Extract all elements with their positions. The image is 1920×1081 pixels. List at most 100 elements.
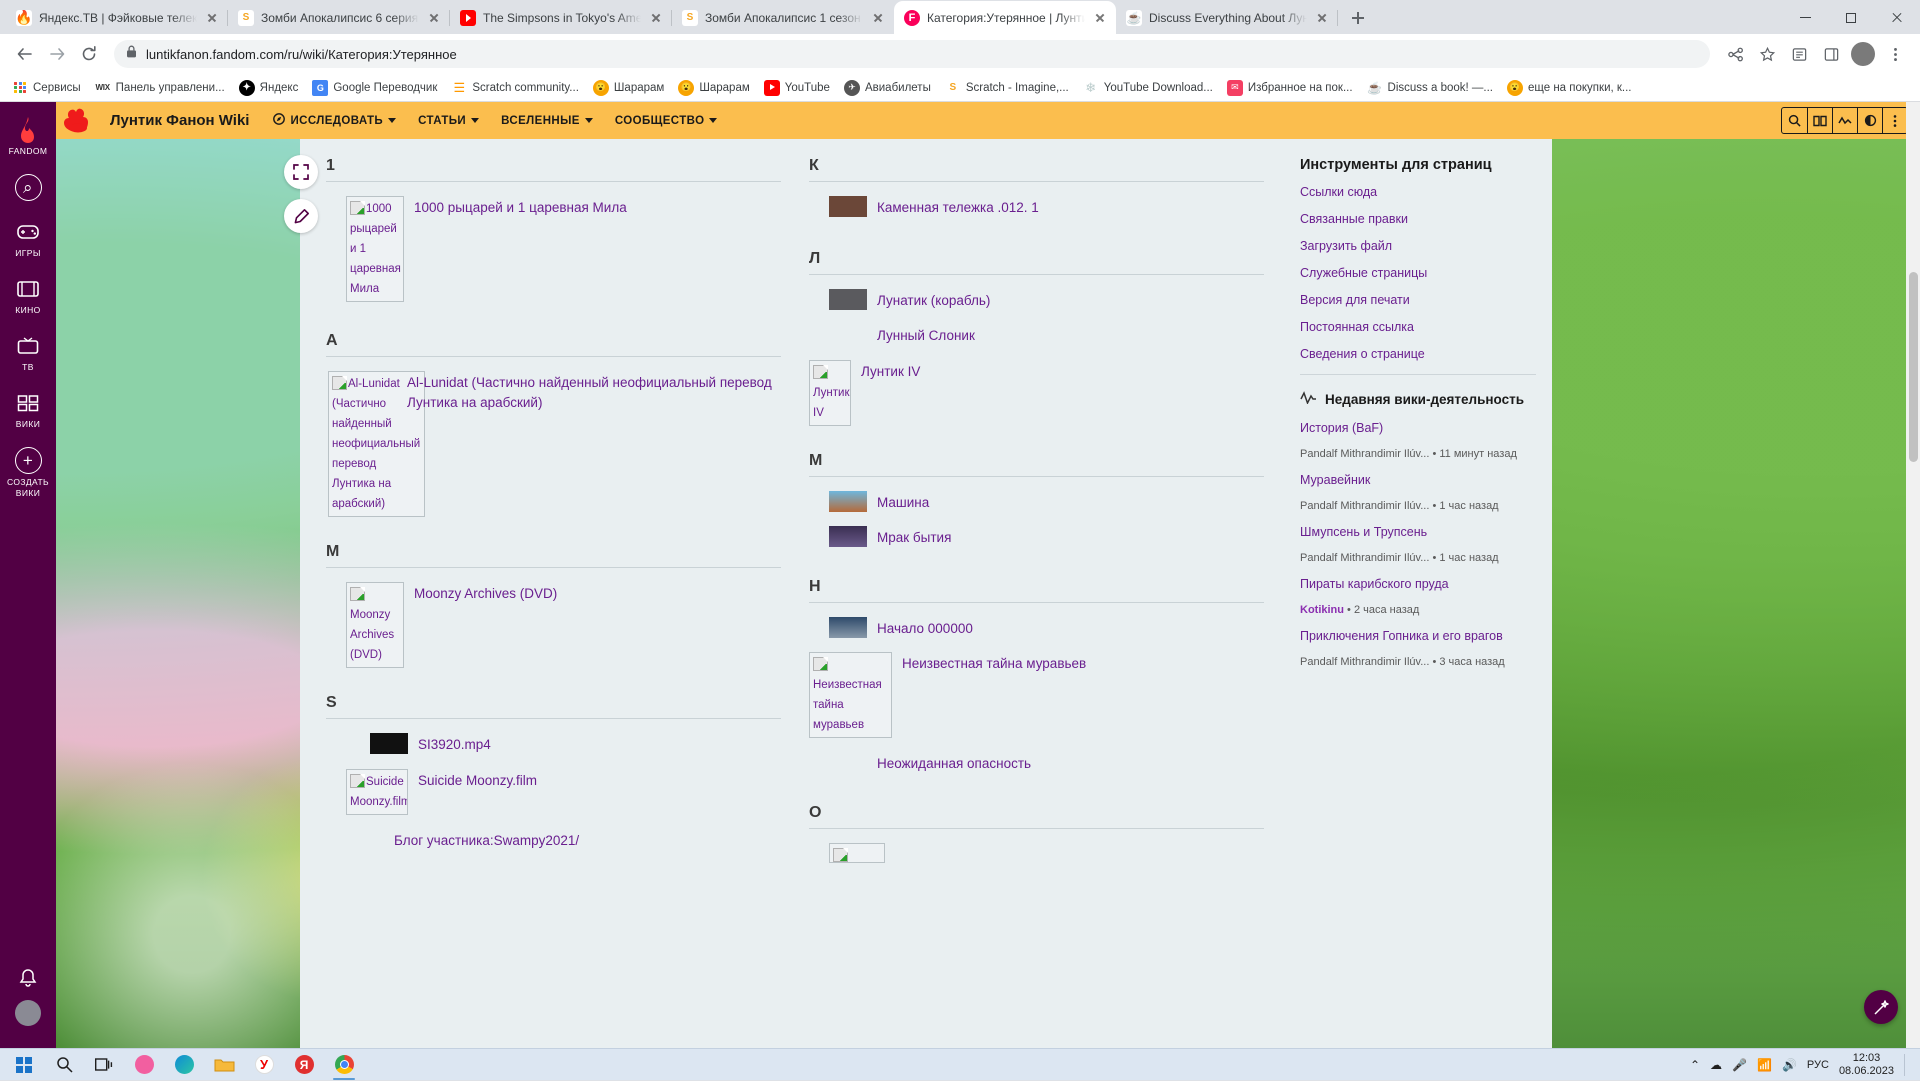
close-icon[interactable] [1314,10,1330,26]
tools-link-permanent[interactable]: Постоянная ссылка [1300,320,1536,334]
rail-item-wiki[interactable]: ВИКИ [0,381,56,438]
activity-user[interactable]: Pandalf Mithrandimir Ilúv... [1300,656,1429,668]
scrollbar-thumb[interactable] [1909,272,1918,462]
chrome-icon[interactable] [324,1049,364,1081]
close-icon[interactable] [204,10,220,26]
tools-link-upload[interactable]: Загрузить файл [1300,239,1536,253]
browser-tab[interactable]: The Simpsons in Tokyo's America [450,1,672,34]
rail-item-movies[interactable]: КИНО [0,267,56,324]
activity-user[interactable]: Pandalf Mithrandimir Ilúv... [1300,552,1429,564]
language-indicator[interactable]: РУС [1807,1059,1829,1071]
show-desktop-button[interactable] [1904,1054,1908,1076]
activity-page-link[interactable]: Муравейник [1300,473,1536,487]
edit-button[interactable] [284,199,318,233]
close-icon[interactable] [870,10,886,26]
broken-image-placeholder[interactable]: Неизвестная тайна муравьев [809,652,892,738]
nav-item-universes[interactable]: ВСЕЛЕННЫЕ [501,115,593,127]
category-link[interactable]: SI3920.mp4 [418,733,491,755]
tools-link-whatlinkshere[interactable]: Ссылки сюда [1300,185,1536,199]
reload-button[interactable] [74,39,104,69]
category-link[interactable]: Блог участника:Swampy2021/ [346,829,579,851]
activity-page-link[interactable]: Шмупсень и Трупсень [1300,525,1536,539]
close-icon[interactable] [1092,10,1108,26]
category-link[interactable]: 1000 рыцарей и 1 царевная Мила [414,196,627,218]
nav-item-explore[interactable]: ИССЛЕДОВАТЬ [273,113,396,128]
address-bar[interactable]: luntikfanon.fandom.com/ru/wiki/Категория… [114,40,1710,68]
global-search-button[interactable]: ⌕ [0,165,56,210]
category-link[interactable]: Moonzy Archives (DVD) [414,582,557,604]
browser-tab-active[interactable]: F Категория:Утерянное | Лунтик Ф [894,1,1116,34]
rail-item-tv[interactable]: ТВ [0,324,56,381]
broken-image-placeholder[interactable]: 1000 рыцарей и 1 царевная Мила [346,196,404,302]
chrome-menu-icon[interactable] [1880,39,1910,69]
thumbnail-image[interactable] [829,617,867,638]
category-link[interactable]: Машина [877,491,929,513]
bookmark-item[interactable]: ☕ Discuss a book! —... [1361,77,1499,99]
activity-page-link[interactable]: История (BaF) [1300,421,1536,435]
broken-image-placeholder[interactable]: Suicide Moonzy.film [346,769,408,815]
profile-avatar[interactable] [1848,39,1878,69]
close-icon[interactable] [426,10,442,26]
sidepanel-icon[interactable] [1816,39,1846,69]
magic-wand-button[interactable] [1864,990,1898,1024]
start-button[interactable] [4,1049,44,1081]
wifi-icon[interactable]: 📶 [1757,1058,1772,1072]
browser-tab[interactable]: 🔥 Яндекс.ТВ | Фэйковые телекана [6,1,228,34]
close-icon[interactable] [648,10,664,26]
thumbnail-image[interactable] [829,526,867,547]
forward-button[interactable] [42,39,72,69]
category-link[interactable]: Мрак бытия [877,526,951,548]
nav-item-community[interactable]: СООБЩЕСТВО [615,115,718,127]
category-link[interactable]: Неизвестная тайна муравьев [902,652,1086,674]
activity-icon[interactable] [1832,108,1857,133]
category-link[interactable]: Каменная тележка .012. 1 [877,196,1039,218]
reading-list-icon[interactable] [1784,39,1814,69]
share-icon[interactable] [1720,39,1750,69]
broken-image-placeholder[interactable]: Лунтик IV [809,360,851,426]
volume-icon[interactable]: 🔊 [1782,1058,1797,1072]
browser-tab[interactable]: S Зомби Апокалипсис 6 серия 1 с [228,1,450,34]
maximize-button[interactable] [1828,1,1874,34]
category-link[interactable]: Лунтик IV [861,360,920,382]
thumbnail-image[interactable] [829,196,867,217]
category-link[interactable]: Лунный Слоник [829,324,975,346]
search-button[interactable] [44,1049,84,1081]
fandom-logo[interactable]: FANDOM [0,108,56,165]
bookmark-item[interactable]: 😮 Шарарам [587,77,670,99]
category-link[interactable]: Al-Lunidat (Частично найденный неофициал… [407,371,781,412]
tools-link-pageinfo[interactable]: Сведения о странице [1300,347,1536,361]
page-scrollbar[interactable] [1906,102,1920,1048]
activity-page-link[interactable]: Приключения Гопника и его врагов [1300,629,1536,643]
bookmark-item[interactable]: WIX Панель управлени... [89,77,231,99]
cloud-icon[interactable]: ☁ [1710,1058,1722,1072]
theme-toggle-icon[interactable] [1857,108,1882,133]
bookmark-item[interactable]: YouTube [758,77,836,99]
rail-item-games[interactable]: ИГРЫ [0,210,56,267]
bookmark-item[interactable]: G Google Переводчик [306,77,443,99]
thumbnail-image[interactable] [829,289,867,310]
browser-tab[interactable]: S Зомби Апокалипсис 1 сезон 7 с [672,1,894,34]
luntik-flower-logo[interactable] [56,108,100,134]
activity-user[interactable]: Pandalf Mithrandimir Ilúv... [1300,448,1429,460]
bookmark-item[interactable]: ☰ Scratch community... [445,77,585,99]
tools-link-relatedchanges[interactable]: Связанные правки [1300,212,1536,226]
notifications-button[interactable] [0,956,56,1000]
mic-icon[interactable]: 🎤 [1732,1058,1747,1072]
broken-image-placeholder[interactable] [829,843,885,863]
bookmark-item[interactable]: ✉ Избранное на пок... [1221,77,1359,99]
yandex-icon[interactable]: Я [284,1049,324,1081]
bookmark-star-icon[interactable] [1752,39,1782,69]
bookmark-item[interactable]: 😮 Шарарам [672,77,755,99]
edge-icon[interactable] [164,1049,204,1081]
category-link[interactable]: Suicide Moonzy.film [418,769,537,791]
bookmark-item[interactable]: ✦ Яндекс [233,77,305,99]
nav-item-articles[interactable]: СТАТЬИ [418,115,479,127]
wiki-title[interactable]: Лунтик Фанон Wiki [110,112,249,129]
bookmark-item[interactable]: Сервисы [6,77,87,99]
activity-user[interactable]: Pandalf Mithrandimir Ilúv... [1300,500,1429,512]
new-tab-button[interactable] [1344,4,1372,32]
bookmark-item[interactable]: ✈ Авиабилеты [838,77,937,99]
more-menu-icon[interactable] [1882,108,1907,133]
close-window-button[interactable] [1874,1,1920,34]
book-icon[interactable] [1807,108,1832,133]
